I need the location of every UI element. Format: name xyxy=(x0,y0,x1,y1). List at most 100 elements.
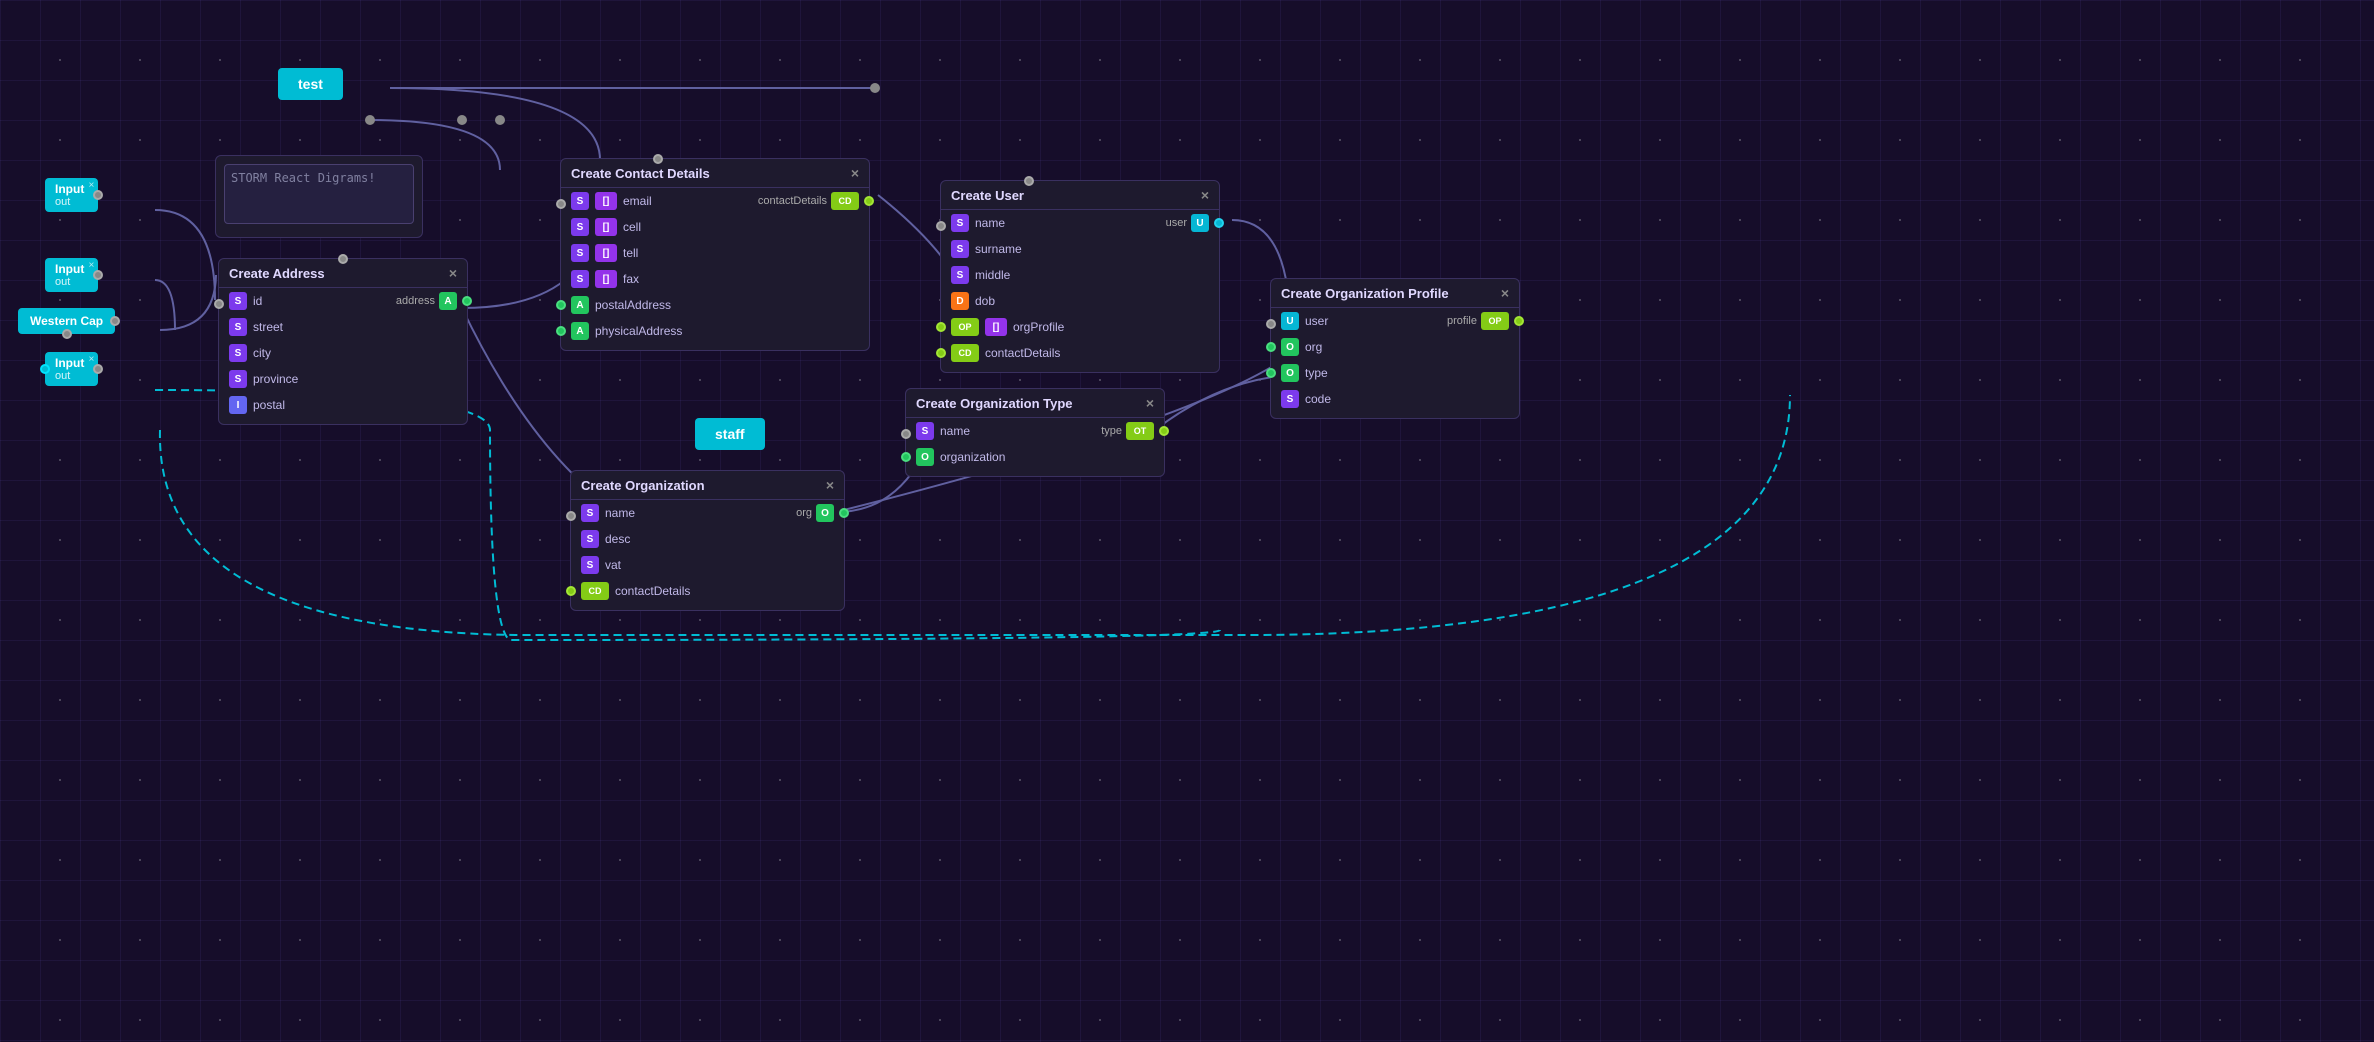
field-org-contact: contactDetails xyxy=(615,584,690,598)
orgtype-port-right xyxy=(1159,426,1169,436)
create-address-row-street: S street xyxy=(219,314,467,340)
western-port-bottom xyxy=(62,329,72,339)
western-cap-node[interactable]: Western Cap xyxy=(18,308,115,334)
badge-s-street: S xyxy=(229,318,247,336)
input2-port-right xyxy=(93,270,103,280)
org-row-contactdetails: CD contactDetails xyxy=(571,578,844,604)
create-address-row-postal: I postal xyxy=(219,392,467,418)
field-surname: surname xyxy=(975,242,1022,256)
test-label-text: test xyxy=(298,76,323,92)
field-province: province xyxy=(253,372,298,386)
storm-textarea[interactable]: STORM React Digrams! xyxy=(224,164,414,224)
field-orgtype-name: name xyxy=(940,424,970,438)
orgprofile-port-left xyxy=(936,322,946,332)
user-row-surname: S surname xyxy=(941,236,1219,262)
western-port-right xyxy=(110,316,120,326)
contact-row-email: S [] email contactDetails CD xyxy=(561,188,869,214)
input2-bottom: out xyxy=(55,276,70,288)
orgprofile-row-user: U user profile OP xyxy=(1271,308,1519,334)
orgtype-row-org: O organization xyxy=(906,444,1164,470)
orgtype-org-port-left xyxy=(901,452,911,462)
create-address-row-id: S id address A xyxy=(219,288,467,314)
create-address-row-city: S city xyxy=(219,340,467,366)
field-physical-addr: physicalAddress xyxy=(595,324,682,338)
create-org-profile-header[interactable]: Create Organization Profile × xyxy=(1271,279,1519,308)
field-user-name: name xyxy=(975,216,1005,230)
create-address-title: Create Address xyxy=(229,266,325,281)
create-org-type-node: Create Organization Type × S name type O… xyxy=(905,388,1165,477)
contact-port-right xyxy=(864,196,874,206)
create-contact-close[interactable]: × xyxy=(851,165,859,181)
create-org-title: Create Organization xyxy=(581,478,705,493)
input3-top: Input xyxy=(55,356,84,370)
field-orgtype-org: organization xyxy=(940,450,1005,464)
output-profile: profile OP xyxy=(1447,312,1509,330)
input1-port-right xyxy=(93,190,103,200)
field-fax: fax xyxy=(623,272,639,286)
create-org-type-header[interactable]: Create Organization Type × xyxy=(906,389,1164,418)
staff-label-node[interactable]: staff xyxy=(695,418,765,450)
create-organization-node: Create Organization × S name org O S des… xyxy=(570,470,845,611)
org-row-desc: S desc xyxy=(571,526,844,552)
create-address-close[interactable]: × xyxy=(449,265,457,281)
create-org-type-title: Create Organization Type xyxy=(916,396,1073,411)
storm-node: STORM React Digrams! xyxy=(215,155,423,238)
test-label-node[interactable]: test xyxy=(278,68,343,100)
output-type: type OT xyxy=(1101,422,1154,440)
field-street: street xyxy=(253,320,283,334)
input2-close[interactable]: × xyxy=(88,260,94,271)
create-user-node: Create User × S name user U S surname S … xyxy=(940,180,1220,373)
user-port-right xyxy=(1214,218,1224,228)
create-org-profile-close[interactable]: × xyxy=(1501,285,1509,301)
output-contact-details: contactDetails CD xyxy=(758,192,859,210)
field-postal-addr: postalAddress xyxy=(595,298,671,312)
create-org-header[interactable]: Create Organization × xyxy=(571,471,844,500)
create-org-profile-title: Create Organization Profile xyxy=(1281,286,1449,301)
create-user-close[interactable]: × xyxy=(1201,187,1209,203)
input-node-3[interactable]: × Input out xyxy=(45,352,98,386)
create-org-profile-node: Create Organization Profile × U user pro… xyxy=(1270,278,1520,419)
input3-bottom: out xyxy=(55,370,70,382)
create-user-header[interactable]: Create User × xyxy=(941,181,1219,210)
contact-row-physical: A physicalAddress xyxy=(561,318,869,344)
orgprofile-row-type: O type xyxy=(1271,360,1519,386)
input3-port-left xyxy=(40,364,50,374)
user-row-contactdetails: CD contactDetails xyxy=(941,340,1219,366)
badge-s-province: S xyxy=(229,370,247,388)
staff-label-text: staff xyxy=(715,426,745,442)
profile-type-port-left xyxy=(1266,368,1276,378)
input-node-2[interactable]: × Input out xyxy=(45,258,98,292)
create-address-node: Create Address × S id address A S street… xyxy=(218,258,468,425)
orgprofile-row-code: S code xyxy=(1271,386,1519,412)
create-address-port-top xyxy=(338,254,348,264)
create-contact-header[interactable]: Create Contact Details × xyxy=(561,159,869,188)
field-dob: dob xyxy=(975,294,995,308)
org-contact-port-left xyxy=(566,586,576,596)
contact-row-tell: S [] tell xyxy=(561,240,869,266)
input-node-1[interactable]: × Input out xyxy=(45,178,98,212)
field-org-name: name xyxy=(605,506,635,520)
output-address: address A xyxy=(396,292,457,310)
create-user-title: Create User xyxy=(951,188,1024,203)
input1-bottom: out xyxy=(55,196,70,208)
orgprofile-port-right xyxy=(1514,316,1524,326)
input1-top: Input xyxy=(55,182,84,196)
create-org-type-close[interactable]: × xyxy=(1146,395,1154,411)
create-contact-details-node: Create Contact Details × S [] email cont… xyxy=(560,158,870,351)
org-port-right xyxy=(839,508,849,518)
create-org-close[interactable]: × xyxy=(826,477,834,493)
input2-top: Input xyxy=(55,262,84,276)
contact-row-fax: S [] fax xyxy=(561,266,869,292)
field-id: id xyxy=(253,294,262,308)
input3-close[interactable]: × xyxy=(88,354,94,365)
field-cell: cell xyxy=(623,220,641,234)
field-profile-user: user xyxy=(1305,314,1328,328)
user-row-orgprofile: OP [] orgProfile xyxy=(941,314,1219,340)
field-desc: desc xyxy=(605,532,630,546)
output-user: user U xyxy=(1166,214,1209,232)
field-middle: middle xyxy=(975,268,1010,282)
badge-s-id: S xyxy=(229,292,247,310)
address-port-right xyxy=(462,296,472,306)
field-orgprofile: orgProfile xyxy=(1013,320,1064,334)
input1-close[interactable]: × xyxy=(88,180,94,191)
